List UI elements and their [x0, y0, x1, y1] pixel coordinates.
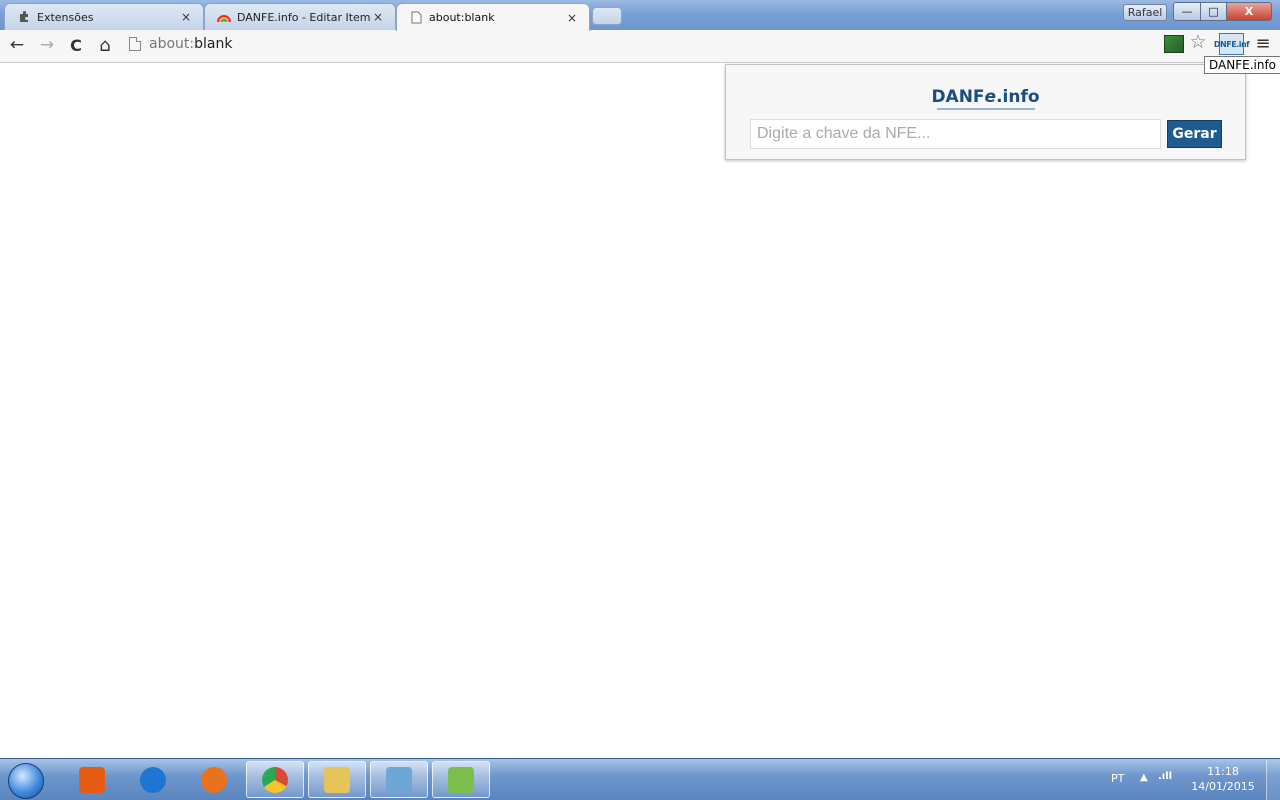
notepad-icon — [386, 766, 412, 793]
firefox-icon — [201, 766, 227, 793]
back-button[interactable]: ← — [6, 34, 28, 56]
taskbar-chrome[interactable] — [246, 761, 304, 798]
show-desktop-button[interactable] — [1266, 760, 1280, 800]
tab-title: Extensões — [37, 10, 94, 24]
tab-title: DANFE.info - Editar Item — [237, 10, 371, 24]
clock-date: 14/01/2015 — [1191, 780, 1255, 793]
media-player-icon — [79, 766, 105, 793]
bookmark-star-icon[interactable]: ☆ — [1188, 31, 1208, 55]
tab-about-blank[interactable]: about:blank × — [396, 3, 590, 31]
forward-button[interactable]: → — [36, 34, 58, 56]
image-extension-icon[interactable] — [1164, 35, 1184, 53]
tab-close-button[interactable]: × — [565, 11, 579, 25]
tab-close-button[interactable]: × — [371, 10, 385, 24]
taskbar: PT ▲ .ıll 11:18 14/01/2015 — [0, 758, 1280, 800]
address-bar[interactable]: about: blank — [123, 32, 1216, 56]
taskbar-notepadpp[interactable] — [432, 761, 490, 798]
tab-close-button[interactable]: × — [179, 10, 193, 24]
home-button[interactable]: ⌂ — [94, 34, 116, 56]
danfe-logo: DANFe.info — [726, 87, 1245, 110]
rainbow-icon — [217, 10, 231, 24]
start-button[interactable] — [8, 763, 44, 799]
taskbar-firefox[interactable] — [185, 761, 243, 798]
title-bar: Extensões × DANFE.info - Editar Item × a… — [0, 0, 1280, 31]
browser-toolbar: ← → C ⌂ about: blank — [0, 30, 1280, 63]
profile-button[interactable]: Rafael — [1123, 4, 1167, 21]
url-path: blank — [194, 36, 233, 52]
tray-expand-icon[interactable]: ▲ — [1140, 772, 1148, 783]
taskbar-notepad[interactable] — [370, 761, 428, 798]
menu-icon[interactable]: ≡ — [1252, 33, 1274, 55]
danfe-extension-button[interactable]: DNFE.inf — [1214, 33, 1250, 55]
url-scheme: about: — [149, 36, 195, 52]
extension-tooltip: DANFE.info — [1204, 56, 1280, 74]
taskbar-internet-explorer[interactable] — [124, 761, 182, 798]
clock-time: 11:18 — [1207, 765, 1239, 778]
close-window-button[interactable]: X — [1226, 2, 1272, 21]
new-tab-button[interactable] — [592, 7, 622, 25]
page-icon — [409, 11, 423, 25]
internet-explorer-icon — [140, 766, 166, 793]
gerar-button[interactable]: Gerar — [1167, 120, 1222, 148]
tab-title: about:blank — [429, 11, 495, 24]
tab-extensoes[interactable]: Extensões × — [4, 3, 204, 30]
danfe-popup: DANFe.info Gerar — [725, 64, 1246, 160]
chrome-icon — [262, 766, 288, 793]
notepadpp-icon — [448, 766, 474, 793]
taskbar-file-explorer[interactable] — [308, 761, 366, 798]
tab-danfe-editar[interactable]: DANFE.info - Editar Item × — [204, 3, 396, 30]
network-signal-icon[interactable]: .ıll — [1158, 771, 1172, 782]
maximize-button[interactable]: □ — [1200, 2, 1227, 21]
nfe-key-input[interactable] — [750, 119, 1161, 149]
page-icon — [129, 37, 141, 51]
language-indicator[interactable]: PT — [1111, 772, 1124, 785]
file-explorer-icon — [324, 766, 350, 793]
reload-button[interactable]: C — [65, 34, 87, 56]
minimize-button[interactable]: — — [1173, 2, 1201, 21]
taskbar-media-player[interactable] — [63, 761, 121, 798]
puzzle-icon — [17, 10, 31, 24]
clock[interactable]: 11:18 14/01/2015 — [1188, 764, 1258, 794]
